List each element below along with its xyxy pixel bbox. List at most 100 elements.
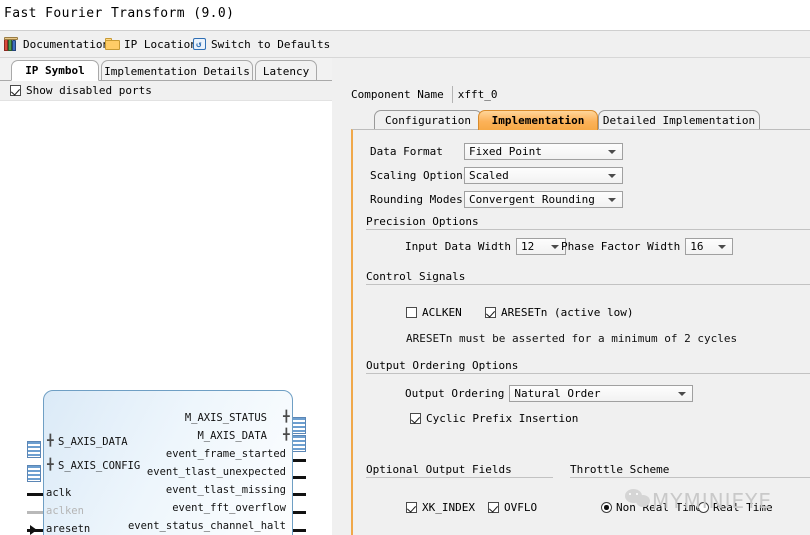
right-panel: Component Name xfft_0 Configuration Impl… xyxy=(332,58,810,535)
page-title: Fast Fourier Transform (9.0) xyxy=(4,6,235,21)
throttle-non-real-time-radio[interactable] xyxy=(601,502,612,513)
aclken-label: ACLKEN xyxy=(422,306,462,319)
wechat-logo-icon xyxy=(625,489,655,511)
tab-detailed-implementation[interactable]: Detailed Implementation xyxy=(598,110,760,130)
ip-symbol-canvas[interactable]: ╋ S_AXIS_DATA ╋ S_AXIS_CONFIG aclk aclke… xyxy=(0,101,332,535)
throttle-scheme-rule xyxy=(570,477,810,478)
output-ordering-row: Output Ordering Natural Order xyxy=(405,385,694,402)
optional-output-fields-title: Optional Output Fields xyxy=(366,463,512,476)
scaling-options-select[interactable]: Scaled xyxy=(464,167,623,184)
xk-index-row[interactable]: XK_INDEX xyxy=(406,501,475,514)
pin-event-tlast-missing xyxy=(292,493,306,496)
ovflo-checkbox[interactable] xyxy=(488,502,499,513)
show-disabled-ports-checkbox[interactable] xyxy=(10,85,21,96)
input-data-width-row: Input Data Width 12 xyxy=(405,238,566,255)
port-label-s-axis-config: S_AXIS_CONFIG xyxy=(58,460,141,472)
xk-index-checkbox[interactable] xyxy=(406,502,417,513)
cyclic-prefix-insertion-label: Cyclic Prefix Insertion xyxy=(426,412,579,425)
rounding-modes-row: Rounding Modes Convergent Rounding xyxy=(370,191,623,208)
data-format-label: Data Format xyxy=(370,145,443,158)
throttle-scheme-title: Throttle Scheme xyxy=(570,463,670,476)
folder-icon xyxy=(105,37,120,52)
bus-connector-s-axis-data xyxy=(27,441,41,458)
tab-configuration[interactable]: Configuration xyxy=(374,110,482,130)
books-icon xyxy=(4,36,19,52)
phase-factor-width-value: 16 xyxy=(690,240,704,253)
ip-symbol-pane: Show disabled ports ╋ S_AXIS_DATA ╋ S_AX… xyxy=(0,81,332,535)
ovflo-label: OVFLO xyxy=(504,501,538,514)
port-label-event-tlast-missing: event_tlast_missing xyxy=(165,484,286,496)
rounding-modes-label: Rounding Modes xyxy=(370,193,463,206)
rounding-modes-value: Convergent Rounding xyxy=(469,193,595,206)
aresetn-checkbox-row[interactable]: ARESETn (active low) xyxy=(485,306,633,319)
xk-index-label: XK_INDEX xyxy=(422,501,475,514)
bus-connector-s-axis-config xyxy=(27,465,41,482)
aclken-checkbox[interactable] xyxy=(406,307,417,318)
bus-plug-icon-m-axis-status: ╋ xyxy=(283,410,290,423)
tab-detailed-implementation-label: Detailed Implementation xyxy=(602,114,756,127)
chevron-down-icon xyxy=(608,198,616,202)
pin-event-tlast-unexpected xyxy=(292,476,306,479)
output-ordering-label: Output Ordering xyxy=(405,387,505,400)
chevron-down-icon xyxy=(678,392,687,396)
data-format-select[interactable]: Fixed Point xyxy=(464,143,623,160)
toolbar-switch-to-defaults-label: Switch to Defaults xyxy=(211,37,331,51)
cyclic-prefix-insertion-checkbox[interactable] xyxy=(410,413,421,424)
show-disabled-ports-row[interactable]: Show disabled ports xyxy=(0,81,332,101)
data-format-row: Data Format Fixed Point xyxy=(370,143,623,160)
chevron-down-icon xyxy=(608,174,616,178)
tab-latency-label: Latency xyxy=(262,64,310,78)
input-data-width-select[interactable]: 12 xyxy=(515,238,566,255)
toolbar-ip-location[interactable]: IP Location xyxy=(105,35,197,53)
pin-aclk xyxy=(27,493,44,496)
bus-connector-m-axis-status xyxy=(292,417,306,434)
aresetn-note: ARESETn must be asserted for a minimum o… xyxy=(406,332,738,345)
tab-implementation-label: Implementation xyxy=(491,114,585,127)
toolbar-ip-location-label: IP Location xyxy=(124,37,197,51)
output-ordering-value: Natural Order xyxy=(514,387,601,400)
toolbar-documentation[interactable]: Documentation xyxy=(4,35,109,53)
cyclic-prefix-insertion-row[interactable]: Cyclic Prefix Insertion xyxy=(410,412,578,425)
rounding-modes-select[interactable]: Convergent Rounding xyxy=(464,191,623,208)
chevron-down-icon xyxy=(608,150,616,154)
aresetn-checkbox[interactable] xyxy=(485,307,496,318)
ip-symbol-block[interactable]: ╋ S_AXIS_DATA ╋ S_AXIS_CONFIG aclk aclke… xyxy=(43,390,293,535)
port-label-aresetn: aresetn xyxy=(46,523,91,535)
aresetn-label: ARESETn (active low) xyxy=(501,306,634,319)
pin-aresetn xyxy=(27,529,44,532)
ip-customize-dialog: Fast Fourier Transform (9.0) Documentati… xyxy=(0,0,810,535)
bus-connector-m-axis-data xyxy=(292,435,306,452)
port-label-event-status-channel-halt: event_status_channel_halt xyxy=(127,520,286,532)
output-ordering-options-title: Output Ordering Options xyxy=(366,359,519,372)
port-label-m-axis-status: M_AXIS_STATUS xyxy=(184,412,267,424)
component-name-label: Component Name xyxy=(351,88,444,101)
aclken-checkbox-row[interactable]: ACLKEN xyxy=(406,306,462,319)
output-ordering-select[interactable]: Natural Order xyxy=(509,385,694,402)
reset-icon: ↺ xyxy=(192,37,207,52)
phase-factor-width-select[interactable]: 16 xyxy=(685,238,734,255)
scaling-options-value: Scaled xyxy=(469,169,509,182)
data-format-value: Fixed Point xyxy=(469,145,542,158)
pin-aclken xyxy=(27,511,44,514)
pin-event-frame-started xyxy=(292,459,306,462)
pin-event-fft-overflow xyxy=(292,511,306,514)
precision-options-rule xyxy=(366,229,810,230)
input-data-width-label: Input Data Width xyxy=(405,240,511,253)
right-tabstrip: Configuration Implementation Detailed Im… xyxy=(351,110,810,130)
output-ordering-options-rule xyxy=(366,373,810,374)
chevron-down-icon xyxy=(718,245,727,249)
tab-implementation[interactable]: Implementation xyxy=(478,110,598,130)
tab-ip-symbol[interactable]: IP Symbol xyxy=(11,60,99,81)
control-signals-title: Control Signals xyxy=(366,270,466,283)
tab-implementation-details[interactable]: Implementation Details xyxy=(101,60,253,81)
toolbar-switch-to-defaults[interactable]: ↺ Switch to Defaults xyxy=(192,35,330,53)
left-tabstrip: IP Symbol Implementation Details Latency xyxy=(0,58,332,81)
precision-options-title: Precision Options xyxy=(366,215,479,228)
tab-latency[interactable]: Latency xyxy=(255,60,317,81)
port-label-aclken: aclken xyxy=(46,505,84,517)
component-name-input[interactable]: xfft_0 xyxy=(451,86,782,103)
bus-plug-icon-s-axis-data: ╋ xyxy=(47,434,54,447)
ovflo-row[interactable]: OVFLO xyxy=(488,501,537,514)
tab-ip-symbol-label: IP Symbol xyxy=(25,64,85,77)
bus-plug-icon-s-axis-config: ╋ xyxy=(47,458,54,471)
